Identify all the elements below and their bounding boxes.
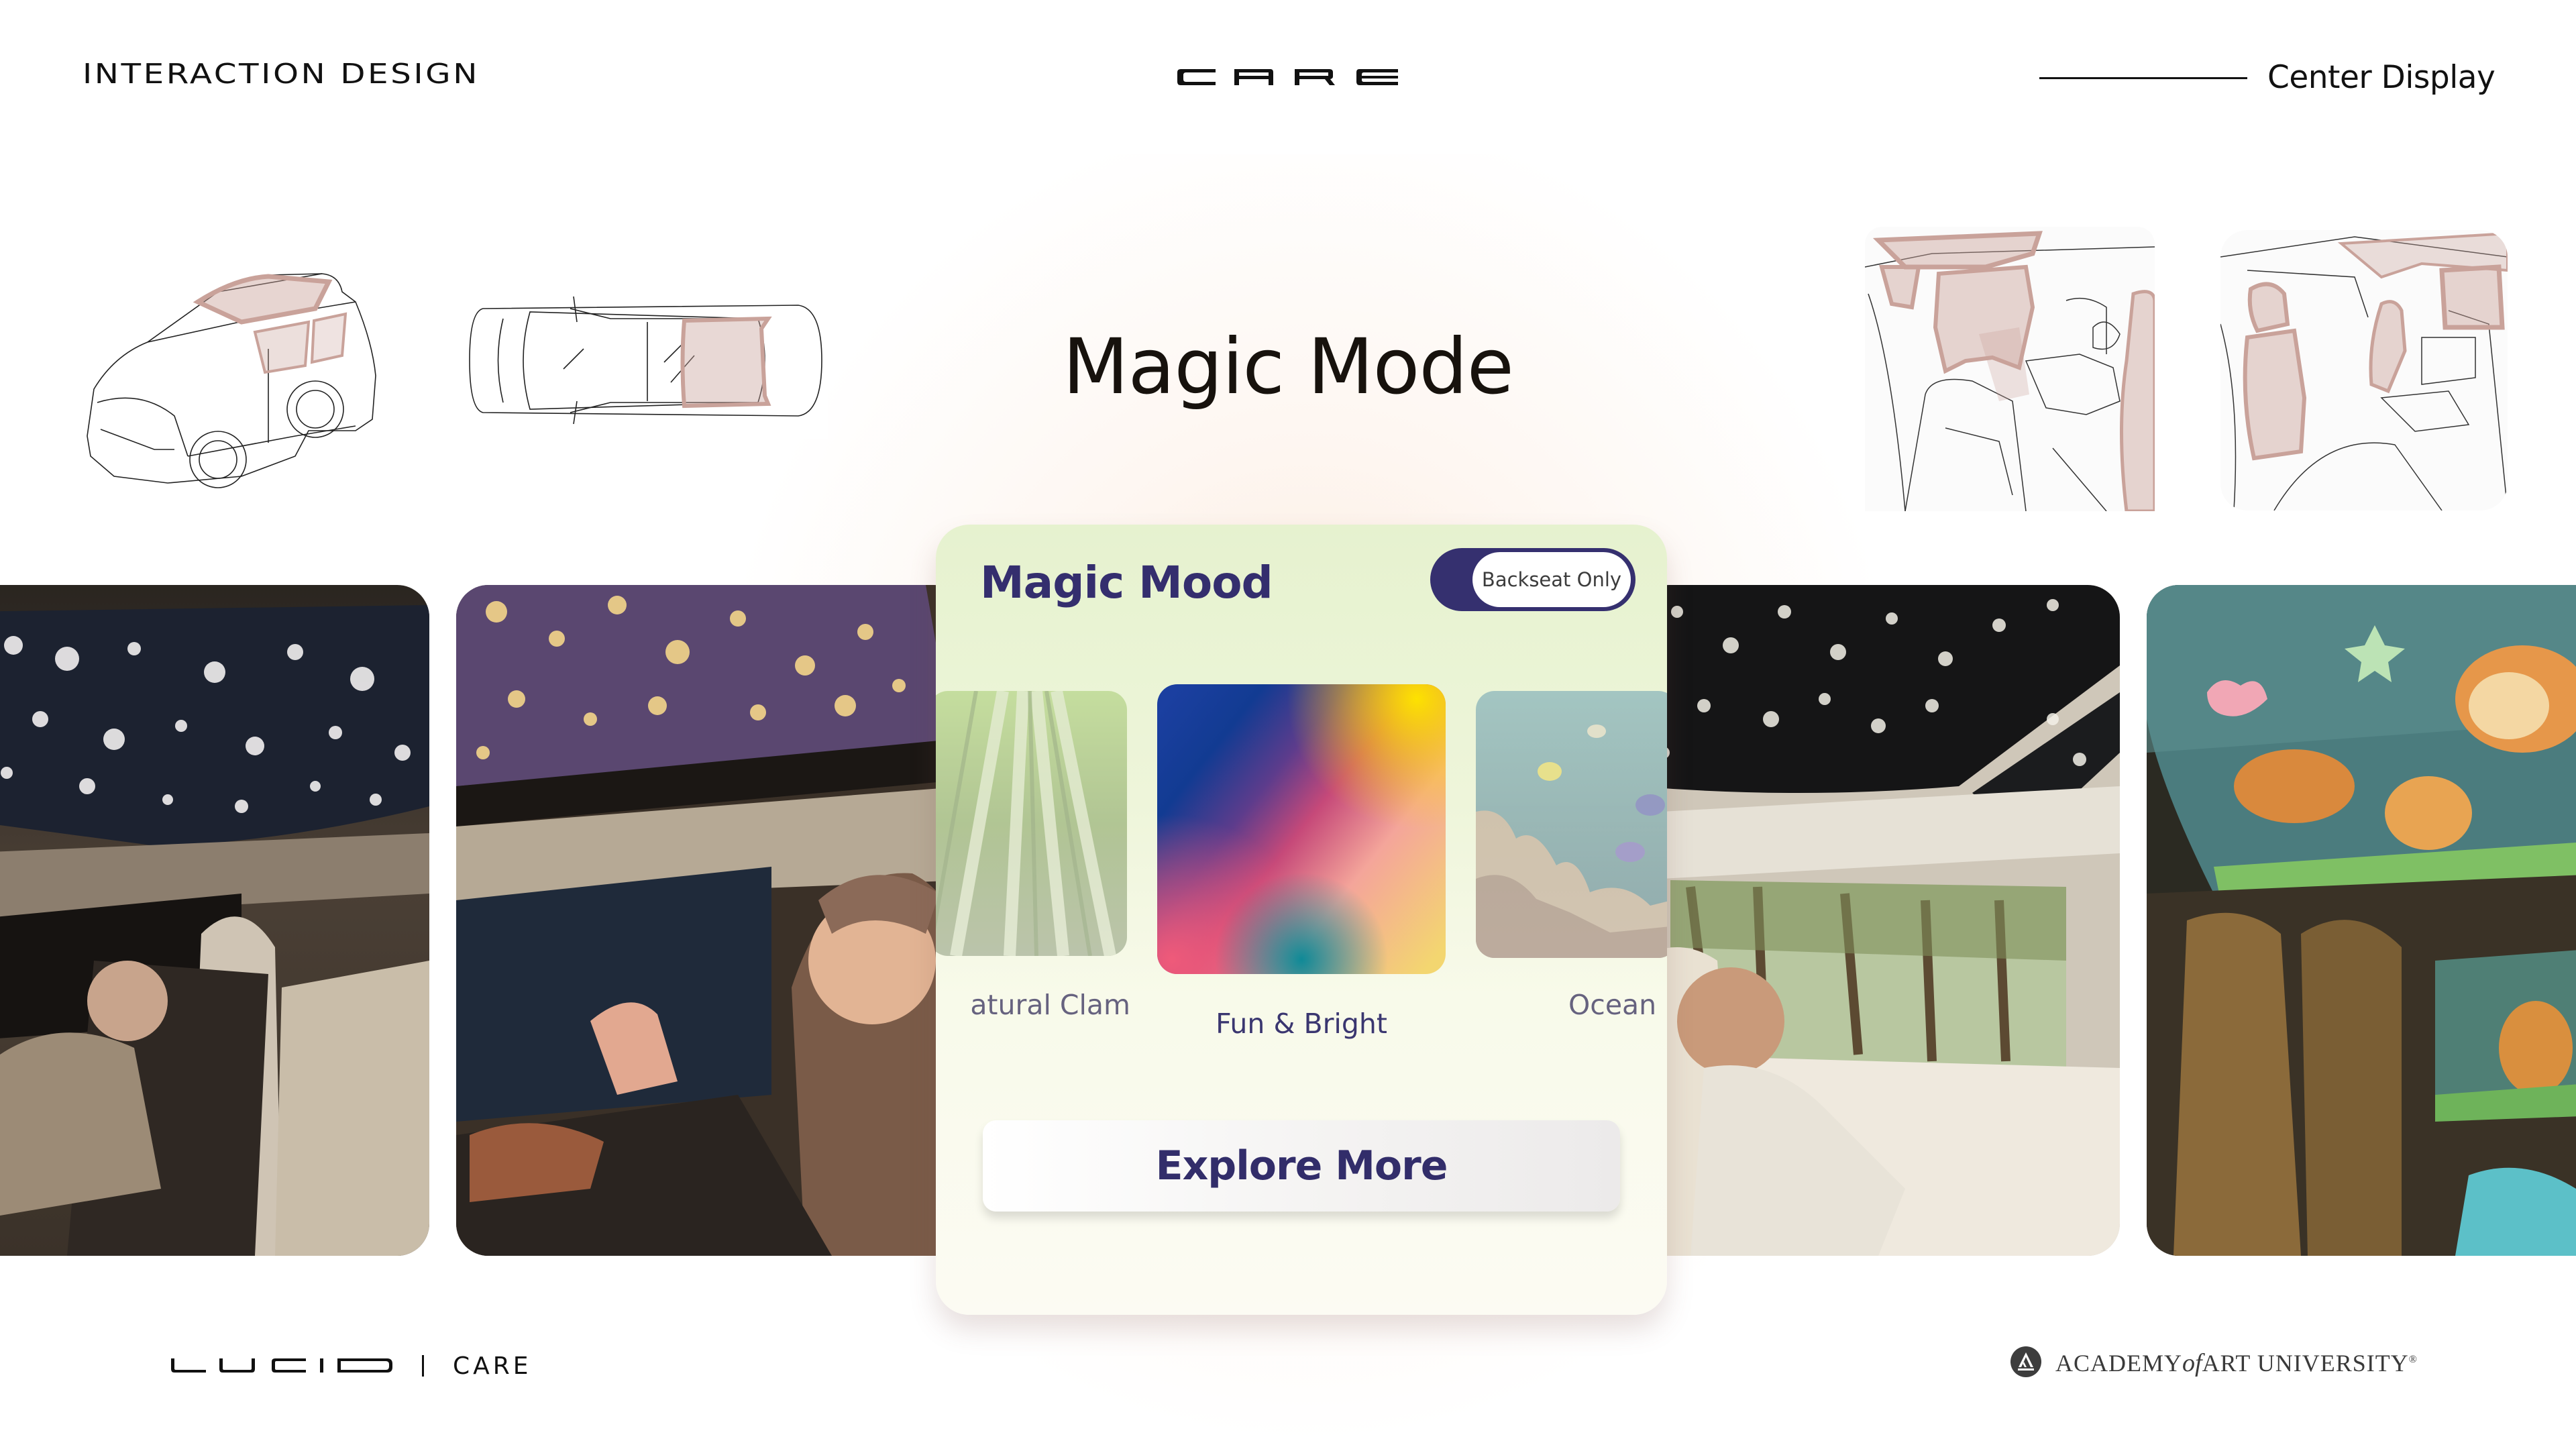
bamboo-forest-icon	[936, 691, 1127, 956]
header-divider-line	[2039, 77, 2247, 79]
card-title: Magic Mood	[980, 557, 1273, 608]
mood-label-ocean: Ocean	[1568, 989, 1657, 1021]
photo-snowflake-sunroof	[0, 585, 429, 1256]
mood-thumb-ocean[interactable]	[1476, 691, 1667, 958]
section-label: INTERACTION DESIGN	[83, 58, 480, 90]
care-logo	[1177, 69, 1398, 85]
academy-of-art-logo-icon	[2010, 1346, 2041, 1377]
lucid-logo	[171, 1358, 392, 1373]
aau-text-pre: ACADEMY	[2055, 1350, 2183, 1377]
explore-more-button[interactable]: Explore More	[983, 1120, 1620, 1212]
academy-of-art-wordmark: ACADEMYofART UNIVERSITY®	[2055, 1348, 2418, 1378]
magic-mood-card: Magic Mood Backseat Only atural Clam Fun…	[936, 525, 1667, 1315]
footer-care-label: CARE	[453, 1352, 532, 1380]
toggle-label: Backseat Only	[1472, 552, 1631, 607]
aau-text-post: ART UNIVERSITY	[2202, 1350, 2409, 1377]
aau-text-of: of	[2182, 1349, 2202, 1377]
rainbow-gradient-icon	[1157, 684, 1446, 974]
aau-registered-mark: ®	[2408, 1354, 2418, 1365]
photo-cartoon-sunroof	[2147, 585, 2576, 1256]
mood-thumb-natural-calm[interactable]	[936, 691, 1127, 956]
page-context-label: Center Display	[2267, 59, 2496, 96]
backseat-only-toggle[interactable]: Backseat Only	[1430, 548, 1635, 611]
coral-reef-icon	[1476, 691, 1667, 958]
photo-blossom-sunroof	[456, 585, 966, 1256]
photo-animal-stars-sunroof	[1637, 585, 2120, 1256]
mood-thumb-fun-bright[interactable]	[1157, 684, 1446, 974]
page-title: Magic Mode	[1063, 322, 1514, 411]
footer-separator	[422, 1355, 424, 1377]
mood-label-fun-bright: Fun & Bright	[1216, 1008, 1387, 1040]
